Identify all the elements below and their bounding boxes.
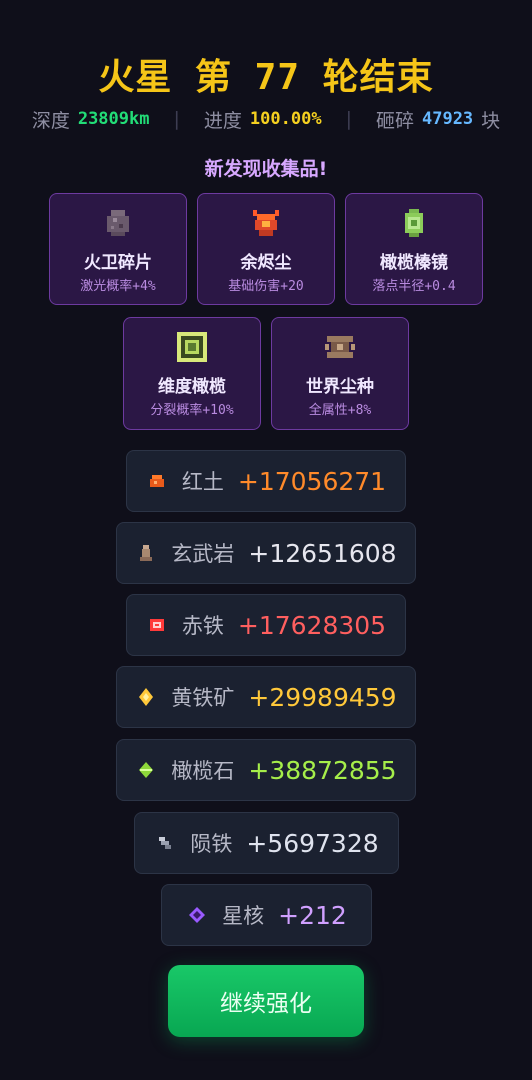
resource-name: 黄铁矿 xyxy=(171,686,235,710)
collectible-card[interactable]: 世界尘种 全属性+8% xyxy=(271,317,409,430)
crush-value: 47923 xyxy=(421,109,474,129)
ember-icon xyxy=(249,206,283,240)
resource-row: 赤铁 +17628305 xyxy=(126,594,406,656)
crush-unit: 块 xyxy=(481,109,501,132)
resource-value: +17056271 xyxy=(237,466,387,496)
collectible-effect: 分裂概率+10% xyxy=(150,403,234,418)
resource-row: 橄榄石 +38872855 xyxy=(116,739,416,801)
resource-name: 星核 xyxy=(222,904,265,928)
collectible-card[interactable]: 维度橄榄 分裂概率+10% xyxy=(123,317,261,430)
crush-stat: 砸碎 47923 块 xyxy=(376,106,500,133)
collectible-effect: 基础伤害+20 xyxy=(228,279,304,294)
resource-value: +17628305 xyxy=(237,610,387,640)
collectible-row-2: 维度橄榄 分裂概率+10% 世界尘种 全属性+8% xyxy=(0,317,532,430)
dimension-square-icon xyxy=(175,330,209,364)
resource-value: +212 xyxy=(278,900,347,930)
round-end-title: 火星 第 77 轮结束 xyxy=(98,57,434,98)
collectible-card[interactable]: 余烬尘 基础伤害+20 xyxy=(197,193,335,305)
continue-upgrade-button[interactable]: 继续强化 xyxy=(168,965,364,1037)
dust-seed-icon xyxy=(323,330,357,364)
collectible-effect: 激光概率+4% xyxy=(80,279,156,294)
red-soil-icon xyxy=(146,470,168,492)
resource-row: 黄铁矿 +29989459 xyxy=(116,666,416,728)
collectible-card[interactable]: 火卫碎片 激光概率+4% xyxy=(49,193,187,305)
resource-name: 赤铁 xyxy=(181,614,224,638)
resource-name: 玄武岩 xyxy=(171,542,235,566)
resource-name: 红土 xyxy=(181,470,224,494)
resource-row: 玄武岩 +12651608 xyxy=(116,522,416,584)
pyrite-icon xyxy=(135,686,157,708)
collectible-name: 余烬尘 xyxy=(240,253,292,273)
resource-name: 橄榄石 xyxy=(171,759,235,783)
resource-name: 陨铁 xyxy=(190,832,233,856)
resource-value: +5697328 xyxy=(246,828,379,858)
olive-gem-icon xyxy=(397,206,431,240)
depth-stat: 深度 23809km xyxy=(32,106,150,133)
progress-label: 进度 xyxy=(203,109,242,132)
progress-value: 100.00% xyxy=(249,109,322,129)
resource-value: +12651608 xyxy=(248,538,397,568)
depth-value: 23809km xyxy=(77,109,150,129)
discover-title: 新发现收集品! xyxy=(204,158,328,180)
meteorite-iron-icon xyxy=(154,832,176,854)
resource-row: 星核 +212 xyxy=(161,884,372,946)
collectible-name: 世界尘种 xyxy=(306,377,374,397)
resource-row: 红土 +17056271 xyxy=(126,450,406,512)
basalt-icon xyxy=(135,542,157,564)
rock-fragment-icon xyxy=(101,206,135,240)
hematite-icon xyxy=(146,614,168,636)
collectible-effect: 全属性+8% xyxy=(308,403,372,418)
olivine-icon xyxy=(135,759,157,781)
collectible-name: 橄榄榛镜 xyxy=(380,253,448,273)
divider: | xyxy=(345,108,352,130)
collectible-effect: 落点半径+0.4 xyxy=(372,279,456,294)
collectible-card[interactable]: 橄榄榛镜 落点半径+0.4 xyxy=(345,193,483,305)
collectible-name: 火卫碎片 xyxy=(84,253,152,273)
star-core-icon xyxy=(186,904,208,926)
resource-row: 陨铁 +5697328 xyxy=(134,812,399,874)
depth-label: 深度 xyxy=(31,109,70,132)
progress-stat: 进度 100.00% xyxy=(204,106,322,133)
resource-value: +38872855 xyxy=(248,755,397,785)
resource-value: +29989459 xyxy=(248,682,397,712)
stats-bar: 深度 23809km | 进度 100.00% | 砸碎 47923 块 xyxy=(0,104,532,134)
collectible-name: 维度橄榄 xyxy=(158,377,226,397)
divider: | xyxy=(173,108,180,130)
crush-label: 砸碎 xyxy=(375,109,414,132)
collectible-row-1: 火卫碎片 激光概率+4% 余烬尘 基础伤害+20 橄榄榛镜 落点半径+0.4 xyxy=(0,193,532,305)
